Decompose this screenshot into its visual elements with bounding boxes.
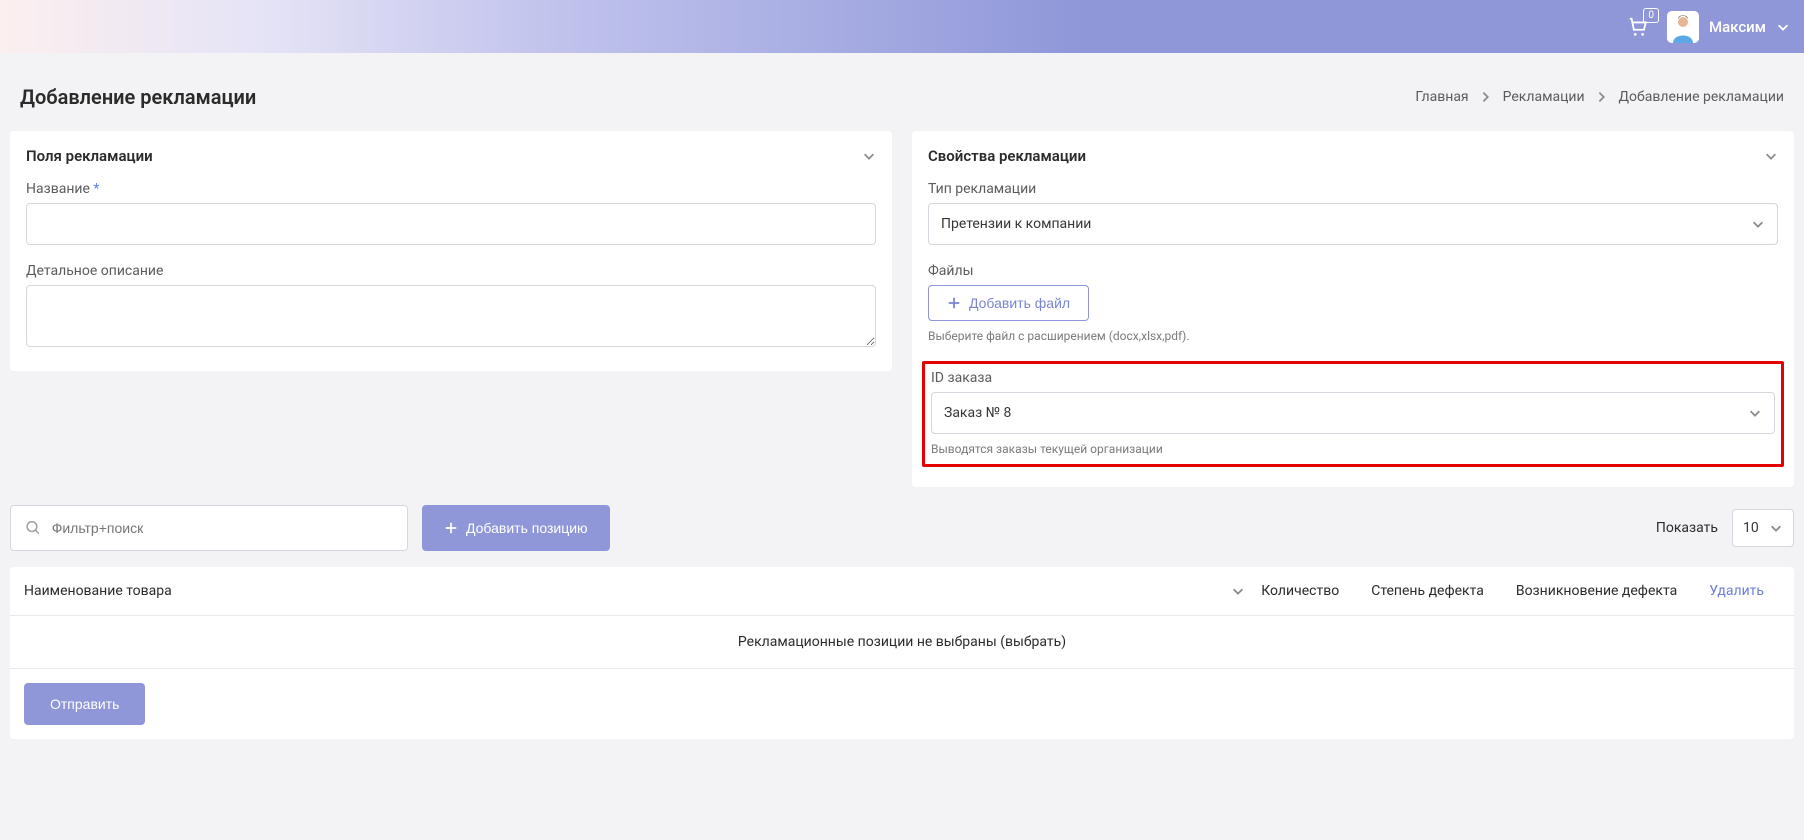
chevron-down-icon [1769, 521, 1783, 535]
table-header: Наименование товара Количество Степень д… [10, 567, 1794, 616]
panel-reclamation-properties: Свойства рекламации Тип рекламации Прете… [912, 131, 1794, 487]
chevron-down-icon [1748, 406, 1762, 420]
breadcrumb-current: Добавление рекламации [1619, 89, 1784, 105]
name-input[interactable] [26, 203, 876, 245]
chevron-down-icon [1751, 217, 1765, 231]
plus-icon [947, 296, 961, 310]
files-label: Файлы [928, 263, 1778, 279]
filter-search-wrap[interactable] [10, 505, 408, 551]
chevron-down-icon [1776, 20, 1790, 34]
type-select-value: Претензии к компании [941, 216, 1091, 232]
breadcrumb-reclamations[interactable]: Рекламации [1503, 89, 1585, 105]
description-label: Детальное описание [26, 263, 876, 279]
app-header: 0 Максим [0, 0, 1804, 53]
order-id-value: Заказ № 8 [944, 405, 1011, 421]
col-defect-level: Степень дефекта [1355, 583, 1500, 599]
collapse-toggle[interactable] [862, 149, 876, 163]
search-icon [25, 519, 42, 537]
filter-search-input[interactable] [52, 520, 393, 536]
submit-button[interactable]: Отправить [24, 683, 145, 725]
panel-reclamation-fields: Поля рекламации Название * Детальное опи… [10, 131, 892, 371]
col-delete[interactable]: Удалить [1693, 583, 1780, 599]
choose-positions-link[interactable]: (выбрать) [1000, 634, 1066, 650]
panel-fields-title: Поля рекламации [26, 147, 153, 165]
description-textarea[interactable] [26, 285, 876, 347]
cart-button[interactable]: 0 [1627, 16, 1649, 38]
col-quantity: Количество [1245, 583, 1355, 599]
user-name-label: Максим [1709, 18, 1766, 36]
col-product-name[interactable]: Наименование товара [24, 583, 172, 599]
page-title: Добавление рекламации [20, 85, 256, 109]
show-label: Показать [1656, 520, 1718, 536]
page-header-row: Добавление рекламации Главная Рекламации… [0, 53, 1804, 131]
breadcrumb: Главная Рекламации Добавление рекламации [1415, 89, 1784, 105]
order-id-select[interactable]: Заказ № 8 [931, 392, 1775, 434]
panel-props-title: Свойства рекламации [928, 147, 1086, 165]
collapse-toggle[interactable] [1764, 149, 1778, 163]
chevron-right-icon [1595, 90, 1609, 104]
add-file-button[interactable]: Добавить файл [928, 285, 1089, 321]
chevron-right-icon [1479, 90, 1493, 104]
positions-controls: Добавить позицию Показать 10 [0, 487, 1804, 551]
order-hint: Выводятся заказы текущей организации [931, 442, 1775, 456]
sort-icon[interactable] [1231, 584, 1245, 598]
page-size-value: 10 [1743, 520, 1759, 536]
file-hint: Выберите файл с расширением (docx,xlsx,p… [928, 329, 1778, 343]
add-position-button[interactable]: Добавить позицию [422, 505, 610, 551]
page-size-select[interactable]: 10 [1732, 509, 1794, 547]
cart-count-badge: 0 [1643, 8, 1659, 23]
type-select[interactable]: Претензии к компании [928, 203, 1778, 245]
breadcrumb-home[interactable]: Главная [1415, 89, 1468, 105]
col-defect-origin: Возникновение дефекта [1500, 583, 1693, 599]
table-empty-row: Рекламационные позиции не выбраны (выбра… [10, 616, 1794, 669]
order-id-label: ID заказа [931, 370, 1775, 386]
positions-table: Наименование товара Количество Степень д… [10, 567, 1794, 739]
user-menu[interactable]: Максим [1667, 11, 1790, 43]
order-id-highlight: ID заказа Заказ № 8 Выводятся заказы тек… [922, 361, 1784, 467]
name-label: Название * [26, 181, 876, 197]
avatar [1667, 11, 1699, 43]
type-label: Тип рекламации [928, 181, 1778, 197]
plus-icon [444, 521, 458, 535]
